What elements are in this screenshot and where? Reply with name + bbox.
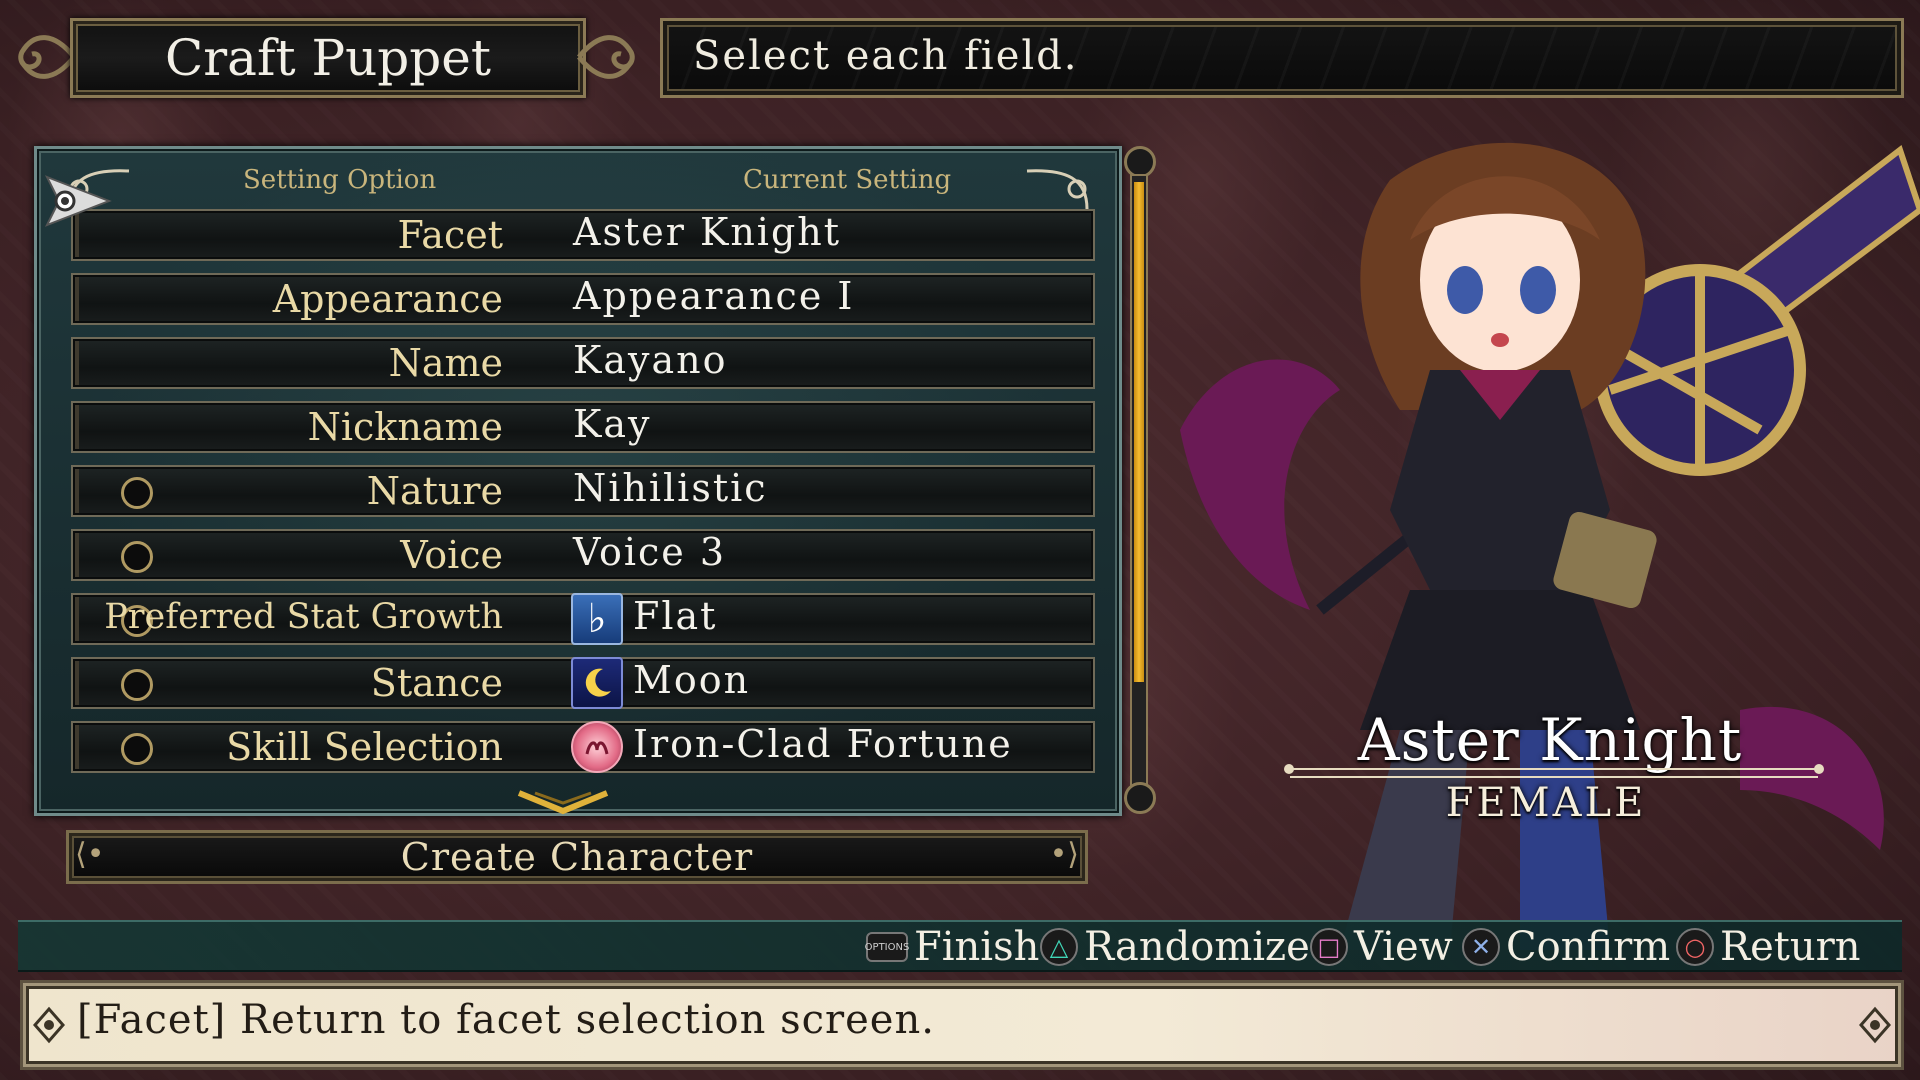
selection-cursor-icon	[44, 175, 112, 227]
button-left-cap-icon: ⟨•	[75, 837, 105, 872]
setting-value: Appearance I	[573, 274, 855, 318]
setting-row-facet[interactable]: Facet Aster Knight	[71, 209, 1095, 261]
hint-label: View	[1354, 924, 1453, 970]
setting-value: Aster Knight	[573, 210, 842, 254]
cross-button-icon: ✕	[1462, 928, 1500, 966]
options-button-icon: OPTIONS	[865, 932, 909, 962]
screen-title: Craft Puppet	[164, 29, 491, 87]
hint-view[interactable]: □ View	[1310, 924, 1453, 970]
setting-row-stance[interactable]: Stance Moon	[71, 657, 1095, 709]
hint-label: Return	[1720, 924, 1861, 970]
button-right-cap-icon: •⟩	[1049, 837, 1079, 872]
character-gender: FEMALE	[1445, 780, 1647, 826]
setting-row-appearance[interactable]: Appearance Appearance I	[71, 273, 1095, 325]
description-text: [Facet] Return to facet selection screen…	[77, 997, 935, 1043]
skill-emblem-icon	[571, 721, 623, 773]
hint-label: Confirm	[1506, 924, 1671, 970]
column-header-setting-option: Setting Option	[243, 165, 437, 195]
hint-confirm[interactable]: ✕ Confirm	[1462, 924, 1670, 970]
description-bar: [Facet] Return to facet selection screen…	[20, 980, 1904, 1070]
setting-label: Nickname	[307, 405, 503, 449]
instruction-text: Select each field.	[693, 33, 1079, 79]
setting-label: Name	[388, 341, 503, 385]
setting-value: Voice 3	[573, 530, 727, 574]
randomizable-marker-icon	[121, 733, 153, 765]
title-right-ornament-icon	[577, 35, 635, 79]
character-portrait	[1180, 142, 1920, 950]
hint-label: Finish	[914, 924, 1040, 970]
create-character-button[interactable]: ⟨• Create Character •⟩	[66, 830, 1088, 884]
setting-value: Iron-Clad Fortune	[633, 722, 1013, 766]
setting-value: Moon	[633, 658, 751, 702]
flat-note-icon: ♭	[571, 593, 623, 645]
hint-label: Randomize	[1084, 924, 1310, 970]
screen-title-plate: Craft Puppet	[70, 18, 586, 98]
hint-return[interactable]: ○ Return	[1676, 924, 1861, 970]
create-character-label: Create Character	[400, 835, 754, 879]
title-left-ornament-icon	[18, 35, 76, 79]
control-hints-bar: OPTIONS Finish △ Randomize □ View ✕ Conf…	[18, 920, 1902, 972]
scroll-down-chevron-icon[interactable]	[515, 789, 611, 819]
column-header-current-setting: Current Setting	[743, 165, 952, 195]
setting-label: Voice	[400, 533, 503, 577]
setting-row-nature[interactable]: Nature Nihilistic	[71, 465, 1095, 517]
circle-button-icon: ○	[1676, 928, 1714, 966]
description-right-ornament-icon	[1859, 1006, 1891, 1044]
setting-row-skill-selection[interactable]: Skill Selection Iron-Clad Fortune	[71, 721, 1095, 773]
instruction-header: Select each field.	[660, 18, 1904, 98]
triangle-button-icon: △	[1040, 928, 1078, 966]
setting-row-nickname[interactable]: Nickname Kay	[71, 401, 1095, 453]
settings-panel: Setting Option Current Setting Facet Ast…	[34, 146, 1122, 816]
hint-randomize[interactable]: △ Randomize	[1040, 924, 1310, 970]
hint-finish[interactable]: OPTIONS Finish	[865, 924, 1040, 970]
moon-icon	[571, 657, 623, 709]
setting-value: Kay	[573, 402, 652, 446]
square-button-icon: □	[1310, 928, 1348, 966]
setting-value: Nihilistic	[573, 466, 768, 510]
description-left-ornament-icon	[33, 1006, 65, 1044]
character-title-divider	[1284, 764, 1824, 778]
setting-label: Stance	[370, 661, 503, 705]
setting-value: Flat	[633, 594, 718, 638]
randomizable-marker-icon	[121, 669, 153, 701]
setting-row-voice[interactable]: Voice Voice 3	[71, 529, 1095, 581]
setting-row-name[interactable]: Name Kayano	[71, 337, 1095, 389]
setting-label: Nature	[366, 469, 503, 513]
setting-row-preferred-stat-growth[interactable]: Preferred Stat Growth ♭ Flat	[71, 593, 1095, 645]
setting-label: Preferred Stat Growth	[104, 597, 503, 637]
setting-label: Facet	[397, 213, 503, 257]
setting-label: Appearance	[272, 277, 503, 321]
character-facet-title: Aster Knight	[1357, 706, 1743, 774]
randomizable-marker-icon	[121, 477, 153, 509]
setting-label: Skill Selection	[226, 725, 503, 769]
setting-value: Kayano	[573, 338, 728, 382]
randomizable-marker-icon	[121, 541, 153, 573]
